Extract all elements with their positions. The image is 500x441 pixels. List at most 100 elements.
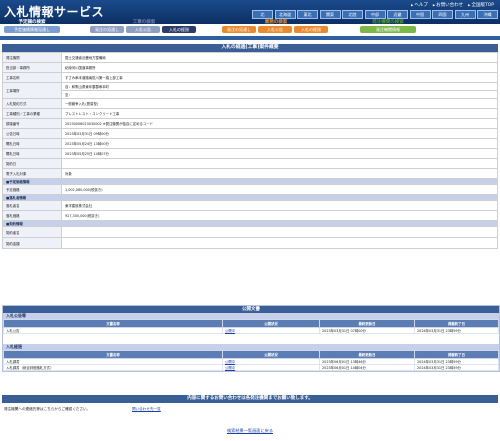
detail-value: 対象 [61,168,498,179]
site-logo[interactable]: 入札情報サービス [4,3,104,20]
services-progress-button[interactable]: 入札の経過 [294,26,328,33]
national-top-link[interactable]: 全国版TOP [468,2,494,8]
region-tab[interactable]: 四国 [432,10,453,19]
detail-row: 契約者名 [2,226,498,238]
column-header: 文書名称 [3,350,223,359]
doc-end: 2024年03月31日 23時59分 [414,327,499,334]
table-row: 入札公告 公開中 2023年03月31日 07時00分 2024年03月31日 … [3,327,499,334]
detail-row: 入札契約方式 一般競争入札(簡易型) [2,98,498,109]
column-header: 最終更新日 [319,350,415,359]
doc-status-link[interactable]: 公開中 [225,329,235,333]
inquiry-text: 発注機関への連絡先等はこちらからご確認ください。 [4,406,91,411]
services-notice-button[interactable]: 入札公告 [258,26,292,33]
detail-value [61,237,498,249]
nav-caption: 発注機関の検索 [372,20,404,25]
works-outlook-button[interactable]: 発注の見通し [90,26,124,33]
detail-row: 至： [3,90,498,99]
detail-label: 発注機関 [2,52,62,63]
contact-list-link[interactable]: 問い合わせ先一覧 [132,407,161,412]
nav-underline [0,36,500,40]
doc-status-link[interactable]: 公開中 [225,360,235,364]
column-header: 公開状況 [222,350,320,359]
detail-label: 調達番号 [2,118,62,129]
region-tab[interactable]: 九州 [454,10,476,19]
works-progress-button[interactable]: 入札の経過 [162,26,196,33]
detail-value [61,158,498,169]
nav-group-services: 業務の検索 発注の見通し 入札公告 入札の経過 [222,19,330,33]
detail-value: 国土交通省近畿地方整備局 [61,52,498,63]
nav-group-works: 工事の検索 発注の見通し 入札公告 入札の経過 [90,19,198,33]
doc-updated: 2023年06月01日 14時04分 [319,364,415,371]
detail-row: 契約日 [2,158,498,169]
detail-label: 工事名称 [2,72,62,83]
region-tab[interactable]: 沖縄 [477,10,498,19]
page-title: 入札の経過(工事)案件概要 [2,44,498,52]
detail-row: 電子入札対象 対象 [2,168,498,179]
detail-value: 2023年05月24日 13時00分 [61,138,498,149]
detail-row: 発注機関 国土交通省近畿地方整備局 [2,52,498,63]
detail-row: 落札価格 927,300,000(税抜き) [2,210,498,221]
detail-row: 開札日時 2023年05月25日 14時07分 [2,148,498,159]
back-to-results-link[interactable]: 検索結果一覧画面に戻る [227,428,273,433]
detail-row: 工事種別／工事の業種 プレストレスト・コンクリート工事 [2,108,498,119]
region-tab[interactable]: 北海道 [274,10,296,19]
region-tab[interactable]: 近畿 [387,10,408,19]
column-header: 掲載終了日 [414,350,499,359]
doc-table: 文書名称 公開状況 最終更新日 掲載終了日 入札公告 公開中 2023年03月3… [3,319,499,334]
detail-value: プレストレスト・コンクリート工事 [61,108,498,119]
doc-table-header: 文書名称 公開状況 最終更新日 掲載終了日 [3,350,499,359]
detail-label: 契約日 [2,158,62,169]
nav-group-estimate: 予定調の検索 予定価格情報見通し [4,19,60,33]
estimate-outlook-button[interactable]: 予定価格情報見通し [4,26,60,33]
public-documents-panel: 公開文書 入札公告等 文書名称 公開状況 最終更新日 掲載終了日 入札公告 公開… [2,305,500,372]
column-header: 最終更新日 [319,319,415,328]
top-links: ヘルプ お問い合わせ 全国版TOP [411,2,494,8]
inquiry-row: 発注機関への連絡先等はこちらからご確認ください。 問い合わせ先一覧 [2,405,498,413]
public-documents-title: 公開文書 [3,306,499,313]
detail-label: 契約者名 [2,226,62,238]
detail-label: 電子入札対象 [2,168,62,179]
region-tab[interactable]: 中国 [409,10,431,19]
detail-label: 担当部・事務所 [2,62,62,73]
services-outlook-button[interactable]: 発注の見通し [222,26,256,33]
detail-row: 担当部・事務所 紀南河川国道事務所 [2,62,498,73]
works-notice-button[interactable]: 入札公告 [126,26,160,33]
detail-value: 自：和歌山県東牟婁郡串本町 [61,82,498,91]
detail-row: 公告日時 2023年03月31日 09時00分 [2,128,498,139]
detail-row: 工事場所 自：和歌山県東牟婁郡串本町 [2,82,498,99]
doc-name: 入札調書（総合評価落札方式） [3,364,223,371]
detail-value: 一般競争入札(簡易型) [61,98,498,109]
doc-table: 文書名称 公開状況 最終更新日 掲載終了日 入札調書 公開中 2023年06月0… [3,350,499,371]
nav-caption: 工事の検索 [132,20,156,25]
detail-label: 開札日時 [2,148,62,159]
agency-info-button[interactable]: 発注機関情報 [360,26,416,33]
detail-row: 開札日時 2023年05月24日 13時00分 [2,138,498,149]
column-header: 掲載終了日 [414,319,499,328]
contact-link[interactable]: お問い合わせ [433,2,463,8]
detail-label: 公告日時 [2,128,62,139]
help-link[interactable]: ヘルプ [411,2,428,8]
detail-label: 予定価格 [2,184,62,195]
region-tab[interactable]: 関東 [319,10,341,19]
region-tab[interactable]: 東北 [297,10,318,19]
case-details-table: 発注機関 国土交通省近畿地方整備局 担当部・事務所 紀南河川国道事務所 工事名称 すさ… [2,52,498,249]
inquiry-banner: 内容に関するお問い合わせは各発注機関までお願い致します。 [2,395,498,403]
region-tab[interactable]: 北陸 [342,10,363,19]
detail-value: 927,300,000(税抜き) [61,210,498,221]
detail-label: 落札価格 [2,210,62,221]
nav-caption: 業務の検索 [264,20,288,25]
region-tab[interactable]: 中部 [364,10,386,19]
detail-value: 紀南河川国道事務所 [61,62,498,73]
doc-status-link[interactable]: 公開中 [225,366,235,370]
detail-label: 落札者名 [2,200,62,211]
region-tab[interactable]: 北 [252,10,273,19]
column-header: 公開状況 [222,319,320,328]
detail-row: 調達番号 20230006023030002 ※発注機関が独自に定めるコード [2,118,498,129]
detail-label: 入札契約方式 [2,98,62,109]
detail-row: 工事名称 すさみ串本道路南陰川第一橋上部工事 [2,72,498,83]
detail-value: 1,002,080,000(税抜き) [61,184,498,195]
detail-label: 工事種別／工事の業種 [2,108,62,119]
doc-name: 入札公告 [3,327,223,334]
detail-row: 予定価格 1,002,080,000(税抜き) [2,184,498,195]
